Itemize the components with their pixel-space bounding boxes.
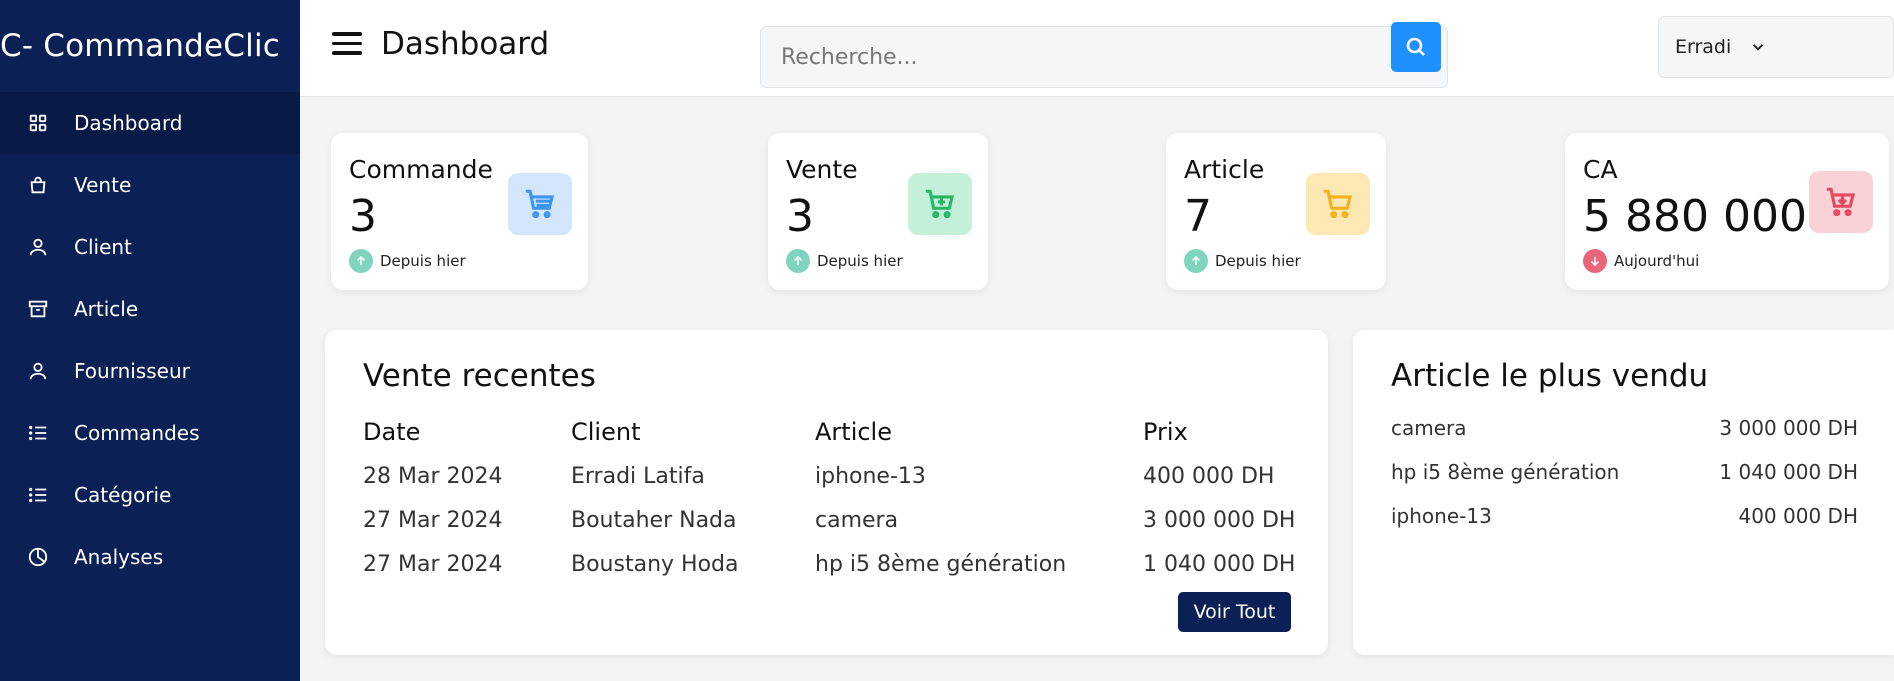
stat-note: Depuis hier bbox=[1215, 252, 1301, 270]
item-amount: 400 000 DH bbox=[1738, 504, 1858, 528]
cell-client: Boustany Hoda bbox=[571, 551, 739, 577]
sidebar-item-fournisseur[interactable]: Fournisseur bbox=[0, 340, 300, 402]
archive-icon bbox=[26, 297, 50, 321]
stat-card-vente: Vente 3 Depuis hier bbox=[768, 133, 988, 290]
stat-card-commande: Commande 3 Depuis hier bbox=[331, 133, 588, 290]
sidebar-item-label: Dashboard bbox=[74, 111, 183, 135]
table-row: 28 Mar 2024 Erradi Latifa iphone-13 400 … bbox=[363, 454, 1295, 498]
user-icon bbox=[26, 235, 50, 259]
sidebar-item-commandes[interactable]: Commandes bbox=[0, 402, 300, 464]
cell-article: iphone-13 bbox=[815, 463, 926, 489]
cell-prix: 3 000 000 DH bbox=[1143, 507, 1296, 533]
stat-footer: Depuis hier bbox=[349, 249, 466, 273]
stat-label: Article bbox=[1184, 155, 1265, 184]
stat-note: Depuis hier bbox=[380, 252, 466, 270]
search-box bbox=[760, 26, 1448, 88]
sidebar-item-categorie[interactable]: Catégorie bbox=[0, 464, 300, 526]
cell-date: 28 Mar 2024 bbox=[363, 463, 503, 489]
list-icon bbox=[26, 421, 50, 445]
brand-logo[interactable]: C- CommandeClic bbox=[0, 0, 300, 92]
cell-article: camera bbox=[815, 507, 899, 533]
table-row: 27 Mar 2024 Boustany Hoda hp i5 8ème gén… bbox=[363, 542, 1295, 586]
column-header-article: Article bbox=[815, 418, 892, 446]
item-amount: 3 000 000 DH bbox=[1719, 416, 1858, 440]
stat-value: 5 880 000 bbox=[1583, 191, 1807, 242]
item-amount: 1 040 000 DH bbox=[1719, 460, 1858, 484]
hamburger-menu-icon[interactable] bbox=[332, 32, 362, 56]
sidebar-item-client[interactable]: Client bbox=[0, 216, 300, 278]
panel-title: Vente recentes bbox=[363, 358, 596, 394]
search-input[interactable] bbox=[761, 27, 1391, 87]
cart-icon bbox=[1306, 173, 1370, 235]
stat-footer: Depuis hier bbox=[786, 249, 903, 273]
column-header-prix: Prix bbox=[1143, 418, 1188, 446]
sidebar-item-analyses[interactable]: Analyses bbox=[0, 526, 300, 588]
sidebar: C- CommandeClic Dashboard Vente Client A… bbox=[0, 0, 300, 681]
table-row: 27 Mar 2024 Boutaher Nada camera 3 000 0… bbox=[363, 498, 1295, 542]
arrow-down-icon bbox=[1583, 249, 1607, 273]
item-name: hp i5 8ème génération bbox=[1391, 460, 1620, 484]
column-header-date: Date bbox=[363, 418, 421, 446]
search-icon bbox=[1406, 37, 1425, 56]
cart-plus-icon bbox=[908, 173, 972, 235]
cell-prix: 1 040 000 DH bbox=[1143, 551, 1296, 577]
cell-client: Erradi Latifa bbox=[571, 463, 705, 489]
cell-article: hp i5 8ème génération bbox=[815, 551, 1067, 577]
page-title: Dashboard bbox=[381, 26, 550, 62]
user-icon bbox=[26, 359, 50, 383]
voir-tout-button[interactable]: Voir Tout bbox=[1178, 592, 1291, 632]
list-icon bbox=[26, 483, 50, 507]
cell-prix: 400 000 DH bbox=[1143, 463, 1275, 489]
item-name: iphone-13 bbox=[1391, 504, 1492, 528]
panel-title: Article le plus vendu bbox=[1391, 358, 1709, 394]
stat-footer: Aujourd'hui bbox=[1583, 249, 1699, 273]
table-header-row: Date Client Article Prix bbox=[363, 410, 1295, 454]
shopping-bag-icon bbox=[26, 173, 50, 197]
sidebar-item-label: Analyses bbox=[74, 545, 164, 569]
item-name: camera bbox=[1391, 416, 1467, 440]
stat-note: Depuis hier bbox=[817, 252, 903, 270]
stat-value: 3 bbox=[349, 191, 377, 242]
arrow-up-icon bbox=[786, 249, 810, 273]
cell-date: 27 Mar 2024 bbox=[363, 551, 503, 577]
sidebar-item-article[interactable]: Article bbox=[0, 278, 300, 340]
pie-chart-icon bbox=[26, 545, 50, 569]
column-header-client: Client bbox=[571, 418, 641, 446]
list-item: iphone-13 400 000 DH bbox=[1391, 504, 1858, 528]
sidebar-item-label: Commandes bbox=[74, 421, 200, 445]
sidebar-item-label: Fournisseur bbox=[74, 359, 190, 383]
stat-footer: Depuis hier bbox=[1184, 249, 1301, 273]
sidebar-item-label: Article bbox=[74, 297, 139, 321]
topbar: Dashboard Erradi bbox=[300, 0, 1894, 97]
search-button[interactable] bbox=[1391, 22, 1441, 72]
stat-label: Commande bbox=[349, 155, 493, 184]
cart-download-icon bbox=[1809, 171, 1873, 233]
user-name: Erradi bbox=[1675, 36, 1732, 58]
recent-sales-table: Date Client Article Prix 28 Mar 2024 Err… bbox=[363, 410, 1295, 586]
list-item: hp i5 8ème génération 1 040 000 DH bbox=[1391, 460, 1858, 484]
grid-icon bbox=[26, 111, 50, 135]
sidebar-item-dashboard[interactable]: Dashboard bbox=[0, 92, 300, 154]
stat-label: CA bbox=[1583, 155, 1618, 184]
stat-card-article: Article 7 Depuis hier bbox=[1166, 133, 1386, 290]
cell-client: Boutaher Nada bbox=[571, 507, 737, 533]
chevron-down-icon bbox=[1753, 44, 1764, 51]
stat-label: Vente bbox=[786, 155, 858, 184]
arrow-up-icon bbox=[349, 249, 373, 273]
stat-value: 3 bbox=[786, 191, 814, 242]
stat-note: Aujourd'hui bbox=[1614, 252, 1700, 270]
stat-card-ca: CA 5 880 000 Aujourd'hui bbox=[1565, 133, 1889, 290]
best-selling-panel: Article le plus vendu camera 3 000 000 D… bbox=[1353, 330, 1894, 655]
list-item: camera 3 000 000 DH bbox=[1391, 416, 1858, 440]
sidebar-item-label: Vente bbox=[74, 173, 132, 197]
sidebar-item-label: Catégorie bbox=[74, 483, 172, 507]
stat-value: 7 bbox=[1184, 191, 1212, 242]
cell-date: 27 Mar 2024 bbox=[363, 507, 503, 533]
user-dropdown[interactable]: Erradi bbox=[1658, 16, 1894, 78]
recent-sales-panel: Vente recentes Date Client Article Prix … bbox=[325, 330, 1328, 655]
cart-icon bbox=[508, 173, 572, 235]
arrow-up-icon bbox=[1184, 249, 1208, 273]
sidebar-item-label: Client bbox=[74, 235, 132, 259]
sidebar-item-vente[interactable]: Vente bbox=[0, 154, 300, 216]
